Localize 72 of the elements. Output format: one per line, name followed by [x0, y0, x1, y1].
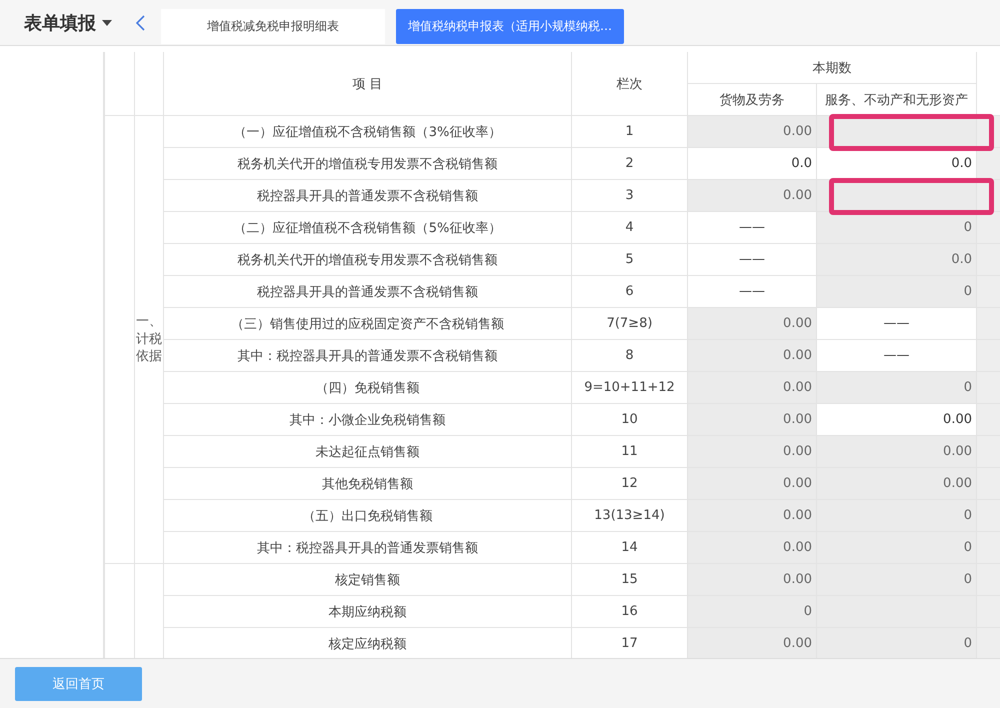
column-header: 货物及劳务: [688, 84, 816, 116]
column-header: 栏次: [572, 52, 688, 116]
column-header: 项 目: [164, 52, 572, 116]
table-cell: 核定销售额: [164, 564, 572, 596]
column-header: 服务、不动产和无形资产: [816, 84, 976, 116]
table-cell: 14: [572, 532, 688, 564]
table-cell: （四）免税销售额: [164, 372, 572, 404]
table-cell: 8: [572, 340, 688, 372]
value-cell[interactable]: 0.0: [688, 148, 816, 180]
table-cell: 6: [572, 276, 688, 308]
caret-icon[interactable]: [102, 20, 112, 26]
value-cell[interactable]: ——: [816, 340, 976, 372]
value-cell: 0.00: [688, 372, 816, 404]
value-cell[interactable]: ——: [688, 276, 816, 308]
form-tab[interactable]: 增值税减免税申报明细表: [161, 9, 385, 44]
value-cell[interactable]: 0.00: [816, 404, 976, 436]
table-cell: 其中：税控器具开具的普通发票销售额: [164, 532, 572, 564]
table-cell: 其中：税控器具开具的普通发票不含税销售额: [164, 340, 572, 372]
table-cell: 5: [572, 244, 688, 276]
value-cell: 0.00: [688, 180, 816, 212]
value-cell: 0.0: [816, 244, 976, 276]
value-cell: 0.00: [688, 404, 816, 436]
table-cell: 其他免税销售额: [164, 468, 572, 500]
table-cell: （二）应征增值税不含税销售额（5%征收率）: [164, 212, 572, 244]
page-title: 表单填报: [24, 12, 96, 34]
value-cell: 0.00: [688, 340, 816, 372]
value-cell: 0.00: [816, 468, 976, 500]
table-cell: 本期应纳税额: [164, 596, 572, 628]
table-cell: 10: [572, 404, 688, 436]
value-cell[interactable]: ——: [816, 308, 976, 340]
table-cell: 税务机关代开的增值税专用发票不含税销售额: [164, 148, 572, 180]
table-cell: 11: [572, 436, 688, 468]
value-cell: 0.00: [688, 628, 816, 658]
table-cell: （五）出口免税销售额: [164, 500, 572, 532]
value-cell: 0: [688, 596, 816, 628]
table-cell: （一）应征增值税不含税销售额（3%征收率）: [164, 116, 572, 148]
table-cell: 税控器具开具的普通发票不含税销售额: [164, 276, 572, 308]
table-cell: 未达起征点销售额: [164, 436, 572, 468]
table-cell: （三）销售使用过的应税固定资产不含税销售额: [164, 308, 572, 340]
value-cell: 0: [816, 564, 976, 596]
table-cell: 15: [572, 564, 688, 596]
value-cell: 0.00: [688, 436, 816, 468]
table-cell: 其中：小微企业免税销售额: [164, 404, 572, 436]
table-cell: 12: [572, 468, 688, 500]
table-cell: 9=10+11+12: [572, 372, 688, 404]
form-tab[interactable]: 增值税纳税申报表（适用小规模纳税…: [396, 9, 624, 44]
value-cell: 0.00: [688, 564, 816, 596]
value-cell: 0.00: [688, 308, 816, 340]
value-cell: 0.00: [688, 468, 816, 500]
value-cell: 0.00: [688, 116, 816, 148]
value-cell: 0: [816, 276, 976, 308]
table-cell: 7(7≥8): [572, 308, 688, 340]
value-cell: 0: [816, 532, 976, 564]
value-cell: 0: [816, 372, 976, 404]
value-cell: 0.00: [688, 532, 816, 564]
value-cell[interactable]: ——: [688, 212, 816, 244]
value-cell: 0: [816, 628, 976, 658]
value-cell[interactable]: ——: [688, 244, 816, 276]
value-cell: 0.00: [816, 436, 976, 468]
chevron-left-icon[interactable]: [136, 14, 145, 30]
table-cell: 税控器具开具的普通发票不含税销售额: [164, 180, 572, 212]
table-cell: 2: [572, 148, 688, 180]
table-cell: 1: [572, 116, 688, 148]
table-cell: 3: [572, 180, 688, 212]
table-cell: 4: [572, 212, 688, 244]
table-cell: 税务机关代开的增值税专用发票不含税销售额: [164, 244, 572, 276]
value-cell: 0: [816, 500, 976, 532]
section-label: 一、计税依据: [136, 313, 162, 366]
value-cell: 0.00: [688, 500, 816, 532]
column-header: 本期数: [688, 52, 976, 84]
table-cell: 16: [572, 596, 688, 628]
table-cell: 13(13≥14): [572, 500, 688, 532]
